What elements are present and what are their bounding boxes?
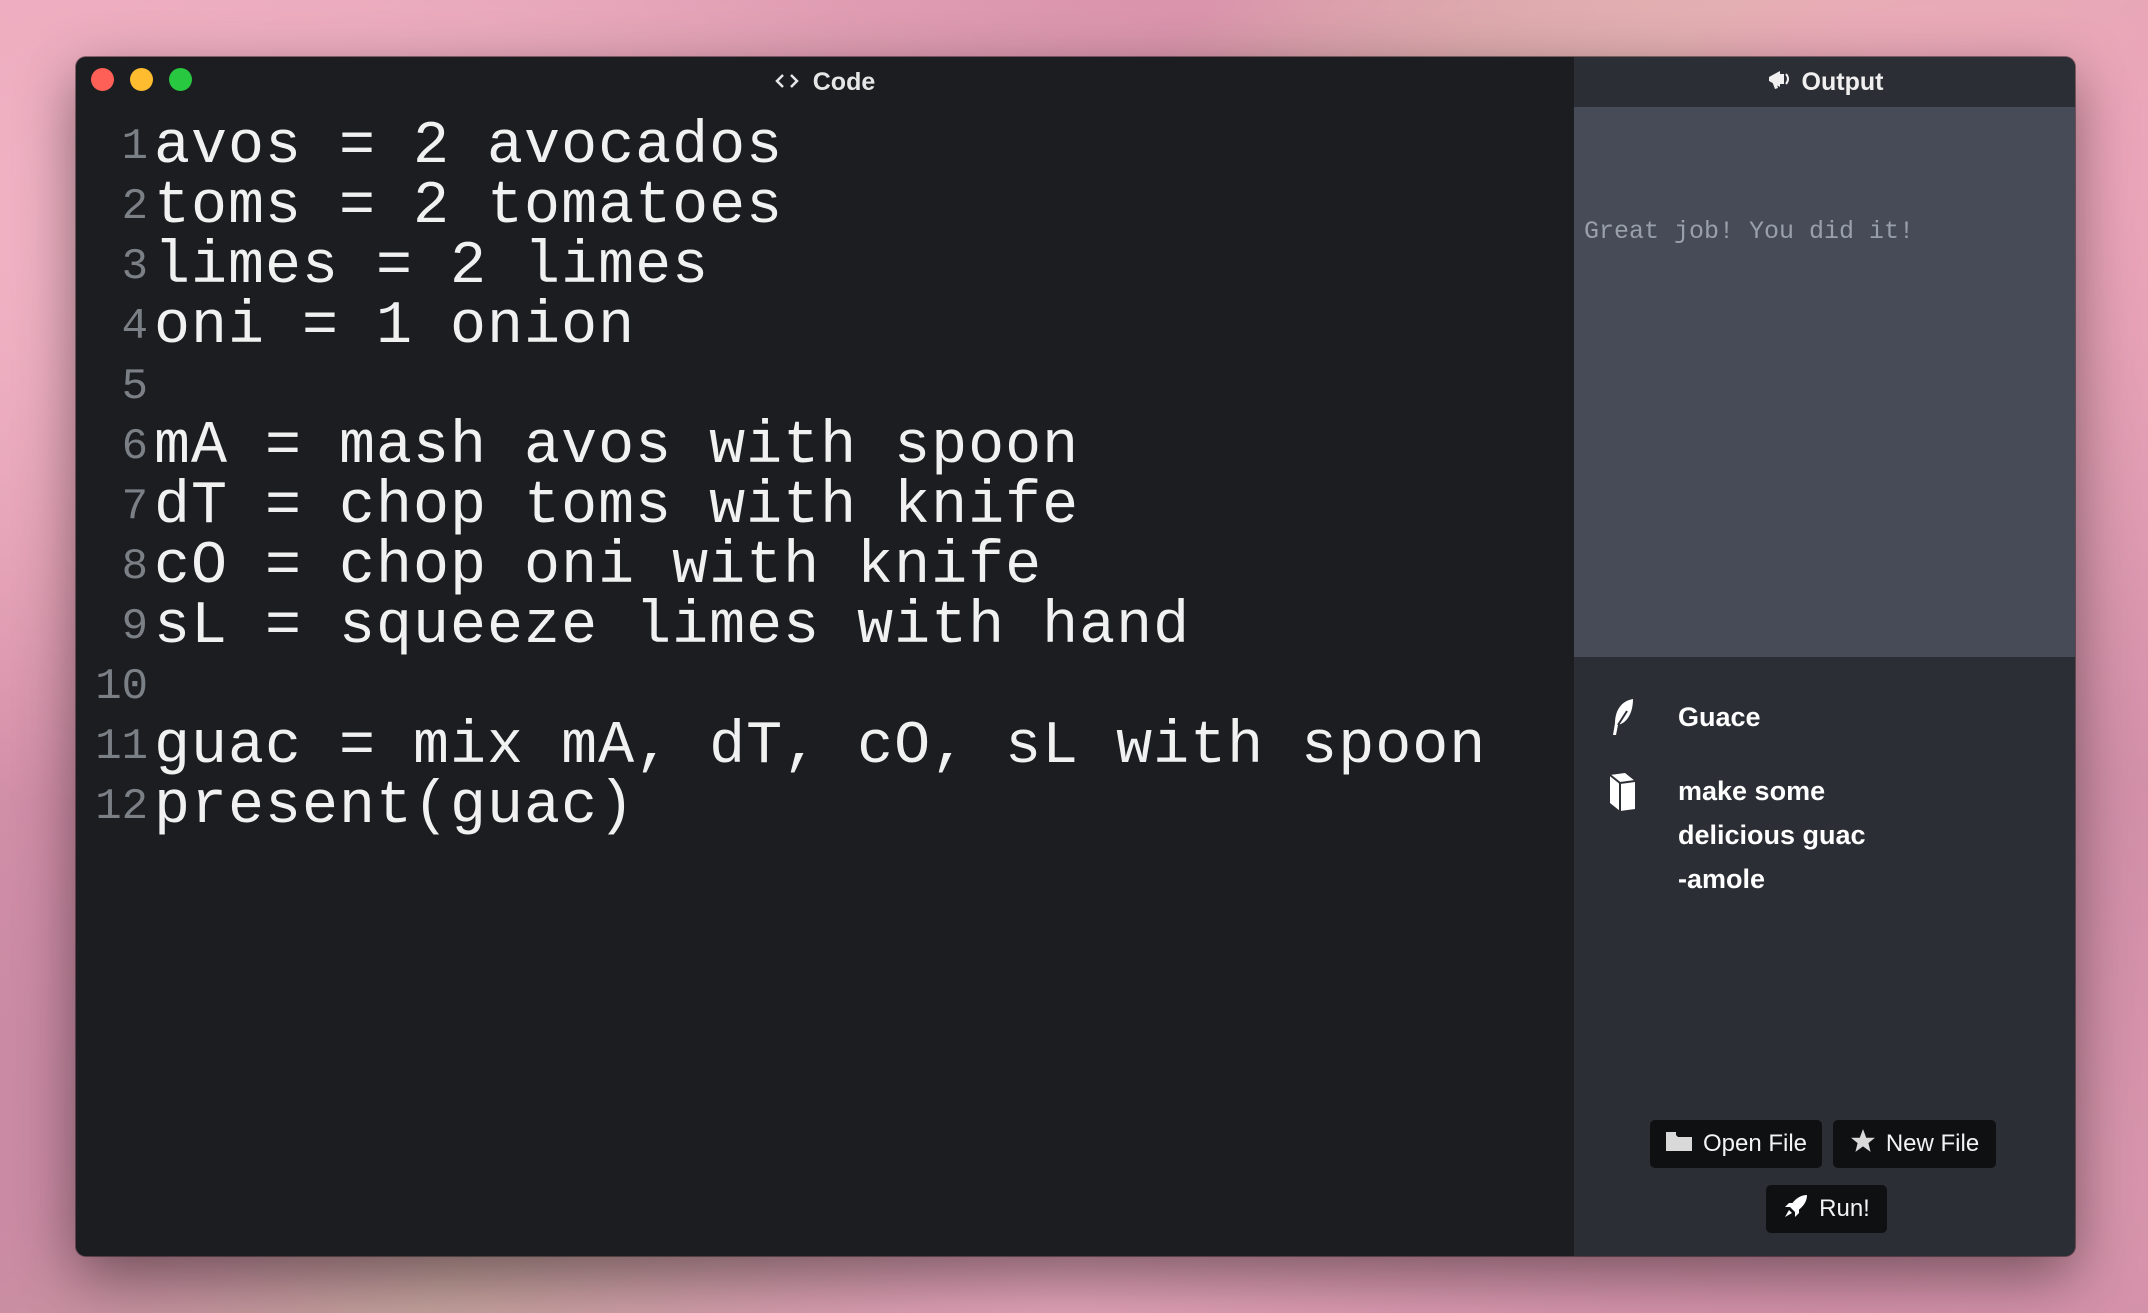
code-editor[interactable]: Code 1 avos = 2 avocados 2 toms = 2 tomatoe…	[76, 57, 1574, 1256]
new-file-label: New File	[1885, 1130, 1980, 1157]
line-code[interactable]: toms = 2 tomatoes	[154, 173, 783, 241]
code-line[interactable]: 7 dT = chop toms with knife	[76, 473, 1486, 541]
line-number: 7	[121, 482, 148, 532]
rocket-icon	[1783, 1193, 1809, 1226]
run-button[interactable]: Run!	[1766, 1185, 1887, 1233]
megaphone-icon	[1766, 66, 1792, 99]
code-line[interactable]: 12 present(guac)	[76, 773, 1486, 841]
line-code[interactable]: guac = mix mA, dT, cO, sL with spoon	[154, 713, 1486, 781]
line-number: 1	[121, 122, 148, 172]
line-code[interactable]: limes = 2 limes	[154, 233, 709, 301]
code-line[interactable]: 11 guac = mix mA, dT, cO, sL with spoon	[76, 713, 1486, 781]
line-number: 10	[95, 662, 148, 712]
editor-title: Code	[812, 67, 876, 96]
folder-icon	[1665, 1130, 1693, 1159]
line-number: 9	[121, 602, 148, 652]
editor-header: Code	[76, 57, 1574, 107]
output-panel: Output Great job! You did it! Guace make…	[1574, 57, 2075, 1256]
line-code[interactable]: sL = squeeze limes with hand	[154, 593, 1190, 661]
line-number: 8	[121, 542, 148, 592]
project-description-row: make some delicious guac -amole	[1604, 769, 1878, 901]
line-code[interactable]: mA = mash avos with spoon	[154, 413, 1079, 481]
project-name-row: Guace	[1604, 695, 1761, 739]
line-number: 4	[121, 302, 148, 352]
code-line[interactable]: 6 mA = mash avos with spoon	[76, 413, 1486, 481]
output-header: Output	[1574, 57, 2075, 107]
run-label: Run!	[1819, 1195, 1870, 1222]
line-number: 11	[95, 722, 148, 772]
line-number: 12	[95, 782, 148, 832]
line-code[interactable]: avos = 2 avocados	[154, 113, 783, 181]
code-line[interactable]: 4 oni = 1 onion	[76, 293, 1486, 361]
output-text: Great job! You did it!	[1584, 217, 1915, 246]
line-code[interactable]: present(guac)	[154, 773, 635, 841]
open-file-button[interactable]: Open File	[1650, 1120, 1822, 1168]
line-number: 6	[121, 422, 148, 472]
code-line[interactable]: 10	[76, 657, 1486, 717]
code-line[interactable]: 9 sL = squeeze limes with hand	[76, 593, 1486, 661]
feather-icon	[1604, 695, 1640, 739]
new-file-button[interactable]: New File	[1833, 1120, 1996, 1168]
output-console: Great job! You did it!	[1574, 107, 2075, 657]
code-line[interactable]: 3 limes = 2 limes	[76, 233, 1486, 301]
line-code[interactable]: cO = chop oni with knife	[154, 533, 1042, 601]
line-code[interactable]: dT = chop toms with knife	[154, 473, 1079, 541]
line-number: 3	[121, 242, 148, 292]
code-line[interactable]: 2 toms = 2 tomatoes	[76, 173, 1486, 241]
code-line[interactable]: 1 avos = 2 avocados	[76, 113, 1486, 181]
code-brackets-icon	[774, 68, 799, 97]
line-number: 2	[121, 182, 148, 232]
project-description: make some delicious guac -amole	[1678, 776, 1866, 894]
code-line[interactable]: 5	[76, 357, 1486, 417]
app-window: Code 1 avos = 2 avocados 2 toms = 2 tomatoe…	[76, 57, 2075, 1256]
code-lines[interactable]: 1 avos = 2 avocados 2 toms = 2 tomatoes 3 lim…	[76, 113, 1486, 841]
line-number: 5	[121, 362, 148, 412]
project-name: Guace	[1678, 702, 1761, 732]
output-title: Output	[1801, 67, 1884, 96]
code-line[interactable]: 8 cO = chop oni with knife	[76, 533, 1486, 601]
book-icon	[1604, 769, 1640, 813]
star-icon	[1850, 1128, 1876, 1161]
open-file-label: Open File	[1702, 1130, 1808, 1157]
line-code[interactable]: oni = 1 onion	[154, 293, 635, 361]
